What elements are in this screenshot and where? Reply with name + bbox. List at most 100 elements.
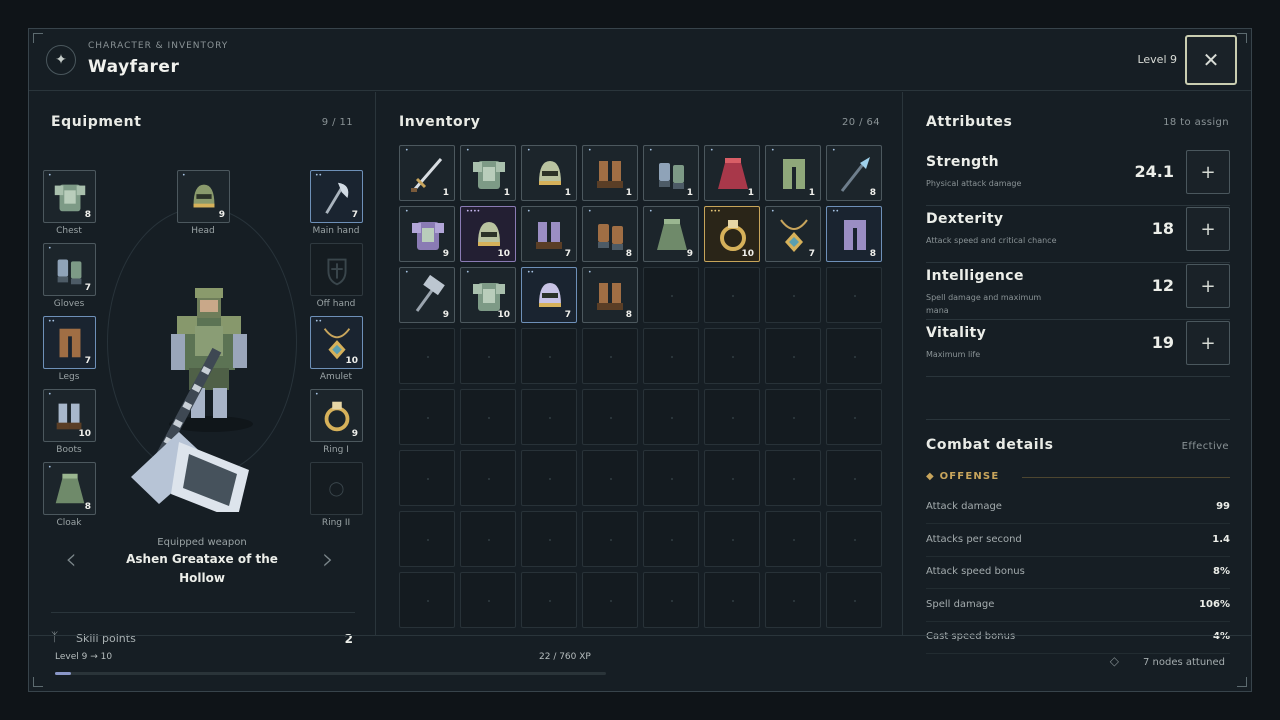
next-weapon-button[interactable]: › — [322, 542, 334, 577]
inventory-cell[interactable] — [460, 511, 516, 567]
equipment-slot-head[interactable]: • 9 — [177, 170, 230, 223]
rarity-pips: • — [405, 269, 409, 276]
inventory-cell[interactable] — [826, 328, 882, 384]
combat-mode-toggle[interactable]: Effective — [1182, 441, 1229, 452]
equipped-weapon-caption: Equipped weapon — [157, 537, 247, 548]
close-button[interactable]: ✕ — [1185, 35, 1237, 85]
inventory-item[interactable]: • 10 — [460, 267, 516, 323]
inventory-cell[interactable] — [826, 389, 882, 445]
inventory-item[interactable]: • 1 — [399, 145, 455, 201]
combat-stat-value: 1.4 — [1212, 533, 1230, 545]
inventory-item[interactable]: ••• 10 — [704, 206, 760, 262]
inventory-cell[interactable] — [643, 389, 699, 445]
inventory-cell[interactable] — [399, 328, 455, 384]
inventory-cell[interactable] — [704, 450, 760, 506]
inventory-item[interactable]: • 1 — [460, 145, 516, 201]
inventory-cell[interactable] — [521, 328, 577, 384]
equipment-slot-amulet[interactable]: •• 10 — [310, 316, 363, 369]
inventory-cell[interactable] — [582, 450, 638, 506]
equipment-slot-boots[interactable]: • 10 — [43, 389, 96, 442]
inventory-cell[interactable] — [643, 328, 699, 384]
equipment-slot-ring-1[interactable]: • 9 — [310, 389, 363, 442]
increase-vitality-button[interactable]: + — [1186, 321, 1230, 365]
rarity-pips: • — [649, 147, 653, 154]
attribute-value: 12 — [1151, 276, 1174, 295]
item-level: 8 — [84, 502, 91, 512]
equipment-slot-gloves[interactable]: • 7 — [43, 243, 96, 296]
increase-intelligence-button[interactable]: + — [1186, 264, 1230, 308]
inventory-cell[interactable] — [826, 450, 882, 506]
inventory-cell[interactable] — [643, 267, 699, 323]
inventory-item[interactable]: • 9 — [643, 206, 699, 262]
item-level: 1 — [808, 188, 815, 198]
inventory-cell[interactable] — [399, 389, 455, 445]
inventory-item[interactable]: • 1 — [521, 145, 577, 201]
inventory-cell[interactable] — [643, 572, 699, 628]
inventory-item[interactable]: • 8 — [582, 206, 638, 262]
inventory-cell[interactable] — [765, 572, 821, 628]
inventory-cell[interactable] — [704, 267, 760, 323]
equipment-slot-main-hand[interactable]: •• 7 — [310, 170, 363, 223]
inventory-cell[interactable] — [765, 511, 821, 567]
inventory-cell[interactable] — [826, 267, 882, 323]
inventory-cell[interactable] — [399, 511, 455, 567]
inventory-cell[interactable] — [826, 511, 882, 567]
inventory-cell[interactable] — [826, 572, 882, 628]
inventory-item[interactable]: • 8 — [826, 145, 882, 201]
inventory-cell[interactable] — [460, 389, 516, 445]
inventory-item[interactable]: •• 7 — [521, 267, 577, 323]
equipment-slot-ring-2[interactable]: ◯ — [310, 462, 363, 515]
inventory-item[interactable]: • 1 — [582, 145, 638, 201]
combat-stat-row: Attacks per second 1.4 — [926, 525, 1230, 557]
inventory-cell[interactable] — [765, 450, 821, 506]
item-level: 1 — [564, 188, 571, 198]
inventory-item[interactable]: • 1 — [765, 145, 821, 201]
previous-weapon-button[interactable]: ‹ — [65, 542, 77, 577]
inventory-cell[interactable] — [582, 511, 638, 567]
inventory-cell[interactable] — [704, 389, 760, 445]
inventory-cell[interactable] — [643, 511, 699, 567]
inventory-cell[interactable] — [704, 511, 760, 567]
inventory-cell[interactable] — [460, 450, 516, 506]
rarity-pips: • — [527, 147, 531, 154]
inventory-cell[interactable] — [399, 450, 455, 506]
item-level: 10 — [345, 356, 358, 366]
inventory-cell[interactable] — [521, 572, 577, 628]
inventory-item[interactable]: •••• 10 — [460, 206, 516, 262]
inventory-item[interactable]: •• 8 — [826, 206, 882, 262]
inventory-item[interactable]: • 7 — [521, 206, 577, 262]
increase-strength-button[interactable]: + — [1186, 150, 1230, 194]
inventory-cell[interactable] — [399, 572, 455, 628]
inventory-item[interactable]: • 1 — [643, 145, 699, 201]
item-level: 8 — [869, 188, 876, 198]
inventory-cell[interactable] — [521, 450, 577, 506]
inventory-item[interactable]: • 1 — [704, 145, 760, 201]
inventory-cell[interactable] — [521, 511, 577, 567]
inventory-cell[interactable] — [582, 328, 638, 384]
inventory-item[interactable]: • 7 — [765, 206, 821, 262]
inventory-cell[interactable] — [643, 450, 699, 506]
inventory-cell[interactable] — [582, 572, 638, 628]
inventory-item[interactable]: • 9 — [399, 206, 455, 262]
equipment-slot-cloak[interactable]: • 8 — [43, 462, 96, 515]
inventory-cell[interactable] — [765, 328, 821, 384]
inventory-cell[interactable] — [521, 389, 577, 445]
attribute-name: Strength — [926, 154, 1000, 170]
equipment-slot-off-hand[interactable] — [310, 243, 363, 296]
inventory-cell[interactable] — [460, 328, 516, 384]
inventory-cell[interactable] — [582, 389, 638, 445]
inventory-item[interactable]: • 9 — [399, 267, 455, 323]
equipment-count: 9 / 11 — [321, 117, 353, 128]
increase-dexterity-button[interactable]: + — [1186, 207, 1230, 251]
equipment-slot-chest[interactable]: • 8 — [43, 170, 96, 223]
attribute-row-dexterity: Dexterity Attack speed and critical chanc… — [926, 206, 1230, 263]
rarity-pips: • — [315, 391, 319, 398]
inventory-cell[interactable] — [460, 572, 516, 628]
inventory-cell[interactable] — [704, 328, 760, 384]
inventory-item[interactable]: • 8 — [582, 267, 638, 323]
inventory-cell[interactable] — [765, 389, 821, 445]
inventory-cell[interactable] — [765, 267, 821, 323]
inventory-cell[interactable] — [704, 572, 760, 628]
equipment-slot-legs[interactable]: •• 7 — [43, 316, 96, 369]
attribute-row-strength: Strength Physical attack damage 24.1 + — [926, 149, 1230, 206]
